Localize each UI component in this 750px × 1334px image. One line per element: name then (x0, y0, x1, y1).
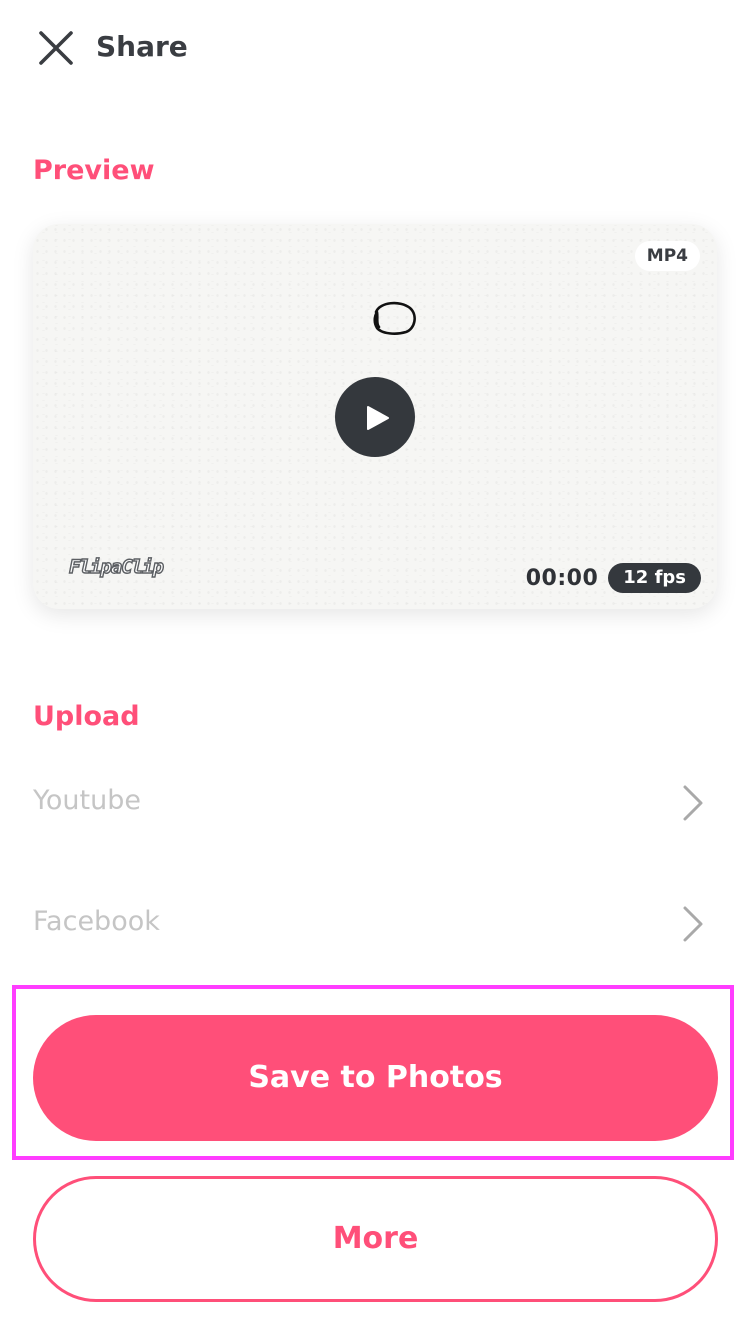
fps-badge: 12 fps (608, 563, 701, 593)
format-badge: MP4 (634, 241, 700, 271)
play-icon (367, 406, 389, 430)
timecode: 00:00 (525, 565, 599, 591)
page-title: Share (96, 30, 188, 63)
upload-row-label: Youtube (33, 785, 141, 816)
playback-info: 00:00 12 fps (526, 562, 701, 594)
upload-row-label: Facebook (33, 906, 160, 937)
flipaclip-logo: FlipaClip (68, 555, 164, 578)
chevron-right-icon (683, 785, 703, 821)
doodle-drawing (373, 301, 416, 335)
header: Share (0, 0, 750, 96)
more-button[interactable]: More (33, 1176, 718, 1302)
chevron-right-icon (683, 906, 703, 942)
upload-section-label: Upload (33, 701, 140, 732)
close-icon (39, 31, 73, 65)
preview-section-label: Preview (33, 155, 155, 186)
upload-row-youtube[interactable]: Youtube (33, 770, 717, 834)
close-button[interactable] (30, 22, 82, 74)
video-preview[interactable]: MP4 FlipaClip 00:00 12 fps (33, 224, 717, 609)
upload-row-facebook[interactable]: Facebook (33, 891, 717, 955)
play-button[interactable] (335, 377, 415, 457)
save-to-photos-button[interactable]: Save to Photos (33, 1015, 718, 1141)
